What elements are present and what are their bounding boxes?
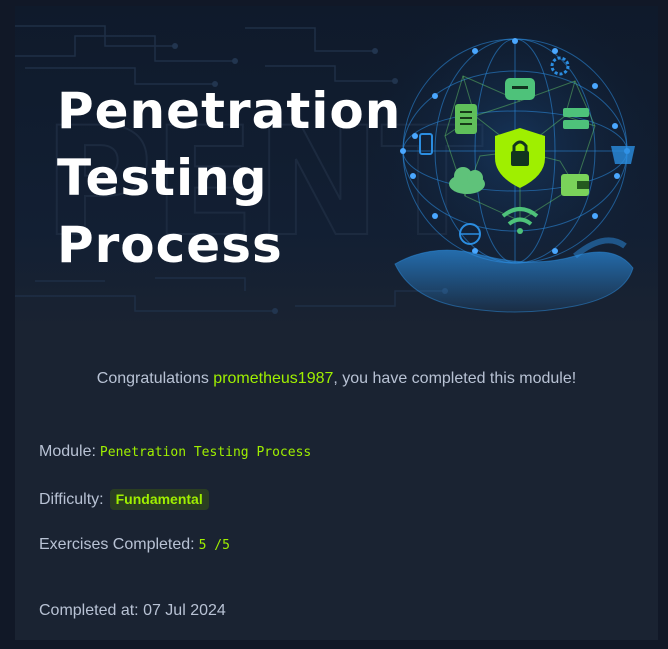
exercises-count: 5 /5 bbox=[198, 538, 230, 553]
difficulty-row: Difficulty: Fundamental bbox=[39, 489, 209, 510]
difficulty-badge: Fundamental bbox=[109, 489, 209, 510]
congrats-prefix: Congratulations bbox=[96, 370, 214, 387]
exercises-row: Exercises Completed: 5 /5 bbox=[39, 536, 230, 554]
congratulations-message: Congratulations prometheus1987, you have… bbox=[15, 370, 658, 388]
basket-icon bbox=[611, 146, 635, 164]
module-label: Module: bbox=[39, 443, 96, 460]
exercises-label: Exercises Completed: bbox=[39, 536, 195, 553]
document-icon bbox=[455, 104, 477, 134]
module-name: Penetration Testing Process bbox=[99, 445, 312, 460]
completed-row: Completed at: 07 Jul 2024 bbox=[39, 602, 226, 620]
completed-label: Completed at: bbox=[39, 602, 139, 619]
certificate-card: PENT Penetration Testing Process Congrat… bbox=[15, 6, 658, 640]
module-banner-title: Penetration Testing Process bbox=[57, 82, 402, 274]
username: prometheus1987 bbox=[213, 370, 334, 387]
difficulty-label: Difficulty: bbox=[39, 491, 104, 508]
congrats-suffix: , you have completed this module! bbox=[333, 370, 577, 387]
module-row: Module: Penetration Testing Process bbox=[39, 443, 311, 461]
module-banner: PENT Penetration Testing Process bbox=[15, 6, 658, 328]
chat-icon bbox=[505, 78, 535, 100]
wallet-icon bbox=[561, 174, 589, 196]
completed-date: 07 Jul 2024 bbox=[143, 602, 226, 619]
